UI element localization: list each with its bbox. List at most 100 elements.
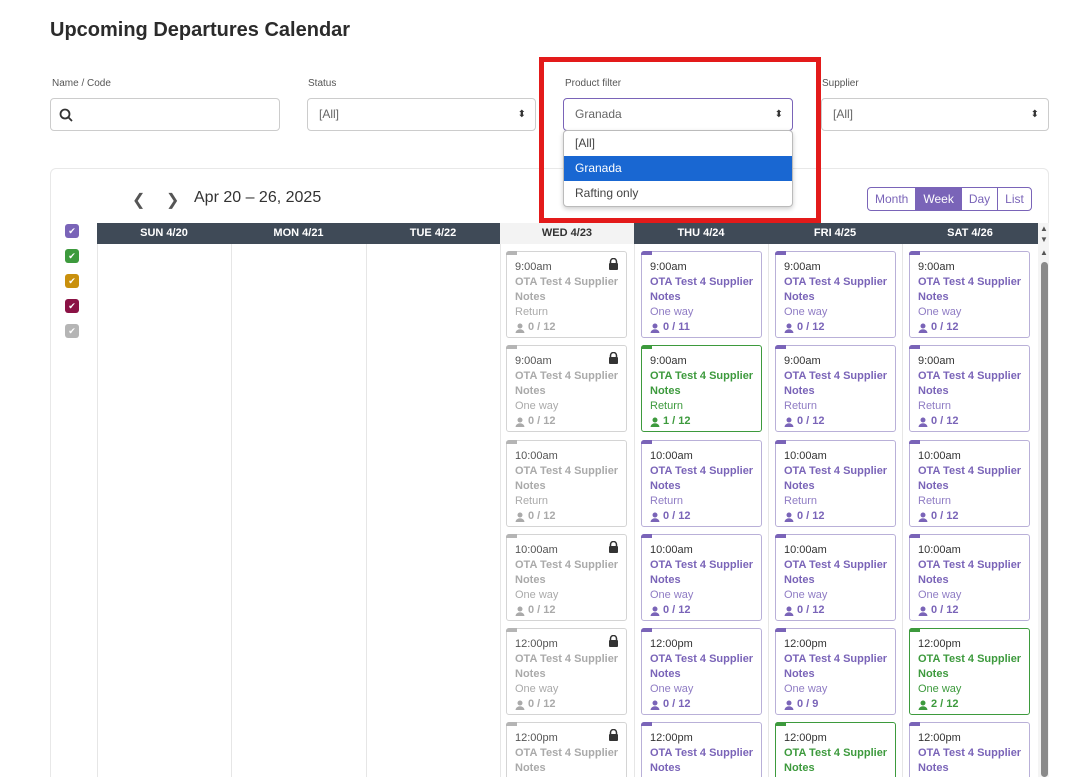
event-card[interactable]: 9:00am OTA Test 4 Supplier Notes Return 1 / … xyxy=(641,345,762,432)
event-capacity: 0 / 11 xyxy=(650,320,761,335)
view-week-button[interactable]: Week xyxy=(916,188,962,210)
event-color-bar xyxy=(909,534,920,538)
event-type: One way xyxy=(650,306,694,318)
dropdown-option-granada[interactable]: Granada xyxy=(564,156,792,181)
event-type: Return xyxy=(515,495,549,507)
status-select-value: [All] xyxy=(319,107,340,121)
next-week-icon[interactable]: ❯ xyxy=(166,190,179,210)
event-capacity: 0 / 12 xyxy=(918,320,1029,335)
day-header: THU 4/24 xyxy=(634,223,768,244)
event-card[interactable]: 9:00am OTA Test 4 Supplier Notes One way 0 /… xyxy=(641,251,762,338)
user-icon xyxy=(515,606,525,616)
event-color-bar xyxy=(506,628,517,632)
scroll-down-icon[interactable]: ▼ xyxy=(1040,235,1048,244)
event-time: 12:00pm xyxy=(784,732,827,744)
event-card[interactable]: 12:00pm OTA Test 4 Supplier Notes xyxy=(909,722,1030,777)
user-icon xyxy=(650,323,660,333)
event-name: OTA Test 4 Supplier xyxy=(515,276,619,288)
user-icon xyxy=(650,512,660,522)
event-card[interactable]: 12:00pm OTA Test 4 Supplier Notes One way 2 … xyxy=(909,628,1030,715)
event-notes: Notes xyxy=(650,668,681,680)
event-capacity: 0 / 12 xyxy=(515,509,626,524)
legend-checkbox[interactable]: ✔ xyxy=(65,249,79,263)
event-color-bar xyxy=(775,534,786,538)
event-name: OTA Test 4 Supplier xyxy=(918,747,1022,759)
legend-checkbox[interactable]: ✔ xyxy=(65,274,79,288)
legend-checkbox[interactable]: ✔ xyxy=(65,299,79,313)
name-code-label: Name / Code xyxy=(52,78,111,89)
event-card[interactable]: 9:00am OTA Test 4 Supplier Notes Return 0 / … xyxy=(775,345,896,432)
event-type: One way xyxy=(918,589,962,601)
column-divider xyxy=(366,244,367,777)
event-capacity: 0 / 12 xyxy=(918,414,1029,429)
event-card[interactable]: 10:00am OTA Test 4 Supplier Notes One way 0 … xyxy=(909,534,1030,621)
user-icon xyxy=(515,700,525,710)
view-list-button[interactable]: List xyxy=(998,188,1031,210)
event-capacity: 0 / 12 xyxy=(784,509,895,524)
event-color-bar xyxy=(506,251,517,255)
event-card[interactable]: 10:00am OTA Test 4 Supplier Notes One way 0 … xyxy=(506,534,627,621)
event-card[interactable]: 12:00pm OTA Test 4 Supplier Notes One way 0 … xyxy=(775,628,896,715)
event-card[interactable]: 12:00pm OTA Test 4 Supplier Notes xyxy=(775,722,896,777)
event-type: One way xyxy=(918,683,962,695)
event-count: 0 / 12 xyxy=(528,698,556,710)
prev-week-icon[interactable]: ❮ xyxy=(132,190,145,210)
scrollbar-thumb[interactable] xyxy=(1041,262,1048,777)
event-notes: Notes xyxy=(650,291,681,303)
event-card[interactable]: 10:00am OTA Test 4 Supplier Notes Return 0 /… xyxy=(641,440,762,527)
view-month-button[interactable]: Month xyxy=(868,188,917,210)
view-day-button[interactable]: Day xyxy=(962,188,999,210)
event-card[interactable]: 10:00am OTA Test 4 Supplier Notes Return 0 /… xyxy=(909,440,1030,527)
legend-checkbox[interactable]: ✔ xyxy=(65,324,79,338)
event-card[interactable]: 10:00am OTA Test 4 Supplier Notes One way 0 … xyxy=(641,534,762,621)
event-card[interactable]: 10:00am OTA Test 4 Supplier Notes Return 0 /… xyxy=(775,440,896,527)
event-card[interactable]: 12:00pm OTA Test 4 Supplier Notes One way 0 … xyxy=(506,628,627,715)
event-capacity: 0 / 12 xyxy=(784,414,895,429)
event-card[interactable]: 12:00pm OTA Test 4 Supplier Notes xyxy=(641,722,762,777)
event-color-bar xyxy=(909,628,920,632)
event-time: 10:00am xyxy=(515,450,558,462)
scroll-up-icon[interactable]: ▲ xyxy=(1040,224,1048,233)
event-count: 0 / 12 xyxy=(528,510,556,522)
event-type: One way xyxy=(515,683,559,695)
event-card[interactable]: 9:00am OTA Test 4 Supplier Notes Return 0 / … xyxy=(506,251,627,338)
select-caret-icon: ⬍ xyxy=(517,109,526,120)
event-card[interactable]: 9:00am OTA Test 4 Supplier Notes One way 0 /… xyxy=(909,251,1030,338)
supplier-select[interactable]: [All] ⬍ xyxy=(821,98,1049,131)
event-count: 0 / 12 xyxy=(931,510,959,522)
event-card[interactable]: 9:00am OTA Test 4 Supplier Notes One way 0 /… xyxy=(775,251,896,338)
event-color-bar xyxy=(641,534,652,538)
user-icon xyxy=(515,512,525,522)
view-switcher: Month Week Day List xyxy=(867,187,1032,211)
event-notes: Notes xyxy=(918,291,949,303)
event-card[interactable]: 10:00am OTA Test 4 Supplier Notes Return 0 /… xyxy=(506,440,627,527)
event-type: Return xyxy=(650,495,684,507)
event-name: OTA Test 4 Supplier xyxy=(650,276,754,288)
event-color-bar xyxy=(506,722,517,726)
legend-checkbox[interactable]: ✔ xyxy=(65,224,79,238)
scroll-up-icon[interactable]: ▲ xyxy=(1040,248,1048,257)
dropdown-option-rafting[interactable]: Rafting only xyxy=(564,181,792,206)
status-select[interactable]: [All] ⬍ xyxy=(307,98,536,131)
event-card[interactable]: 9:00am OTA Test 4 Supplier Notes Return 0 / … xyxy=(909,345,1030,432)
dropdown-option-all[interactable]: [All] xyxy=(564,131,792,156)
event-card[interactable]: 9:00am OTA Test 4 Supplier Notes One way 0 /… xyxy=(506,345,627,432)
event-color-bar xyxy=(909,722,920,726)
day-header: WED 4/23 xyxy=(500,223,634,244)
name-code-input[interactable] xyxy=(50,98,280,131)
product-filter-dropdown: [All] Granada Rafting only xyxy=(563,130,793,207)
event-capacity: 1 / 12 xyxy=(650,414,761,429)
event-name: OTA Test 4 Supplier xyxy=(650,559,754,571)
event-time: 9:00am xyxy=(784,261,821,273)
event-card[interactable]: 12:00pm OTA Test 4 Supplier Notes xyxy=(506,722,627,777)
event-time: 10:00am xyxy=(650,450,693,462)
event-card[interactable]: 10:00am OTA Test 4 Supplier Notes One way 0 … xyxy=(775,534,896,621)
column-divider xyxy=(231,244,232,777)
event-type: Return xyxy=(515,306,549,318)
product-filter-select[interactable]: Granada ⬍ xyxy=(563,98,793,131)
event-card[interactable]: 12:00pm OTA Test 4 Supplier Notes One way 0 … xyxy=(641,628,762,715)
event-name: OTA Test 4 Supplier xyxy=(918,370,1022,382)
event-name: OTA Test 4 Supplier xyxy=(784,747,888,759)
column-divider xyxy=(634,244,635,777)
calendar-range: Apr 20 – 26, 2025 xyxy=(194,189,322,206)
